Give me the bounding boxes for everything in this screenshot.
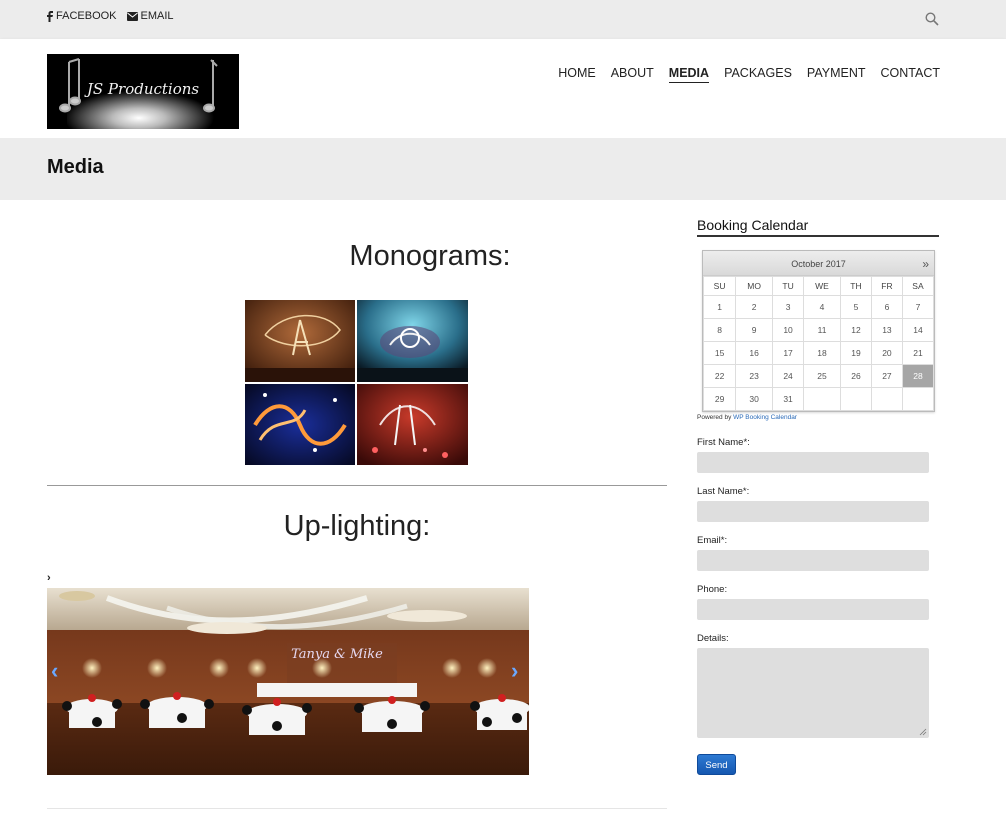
calendar-empty-cell [839,387,872,411]
last-name-field[interactable] [697,501,929,522]
page-title-bar: Media [0,138,1006,200]
calendar-day[interactable]: 6 [870,295,903,319]
calendar-empty-cell [870,387,903,411]
details-label: Details: [697,633,729,644]
powered-link[interactable]: WP Booking Calendar [733,414,797,421]
resize-handle-icon[interactable] [919,728,927,736]
calendar-header: October 2017 » [703,251,934,276]
nav-payment[interactable]: PAYMENT [807,66,866,83]
slider-monogram-text: Tanya & Mike [291,647,383,662]
calendar-day[interactable]: 12 [839,318,872,342]
logo-graphic: JS Productions [47,54,239,129]
calendar-day[interactable]: 20 [870,341,903,365]
calendar-day[interactable]: 3 [772,295,805,319]
calendar-empty-cell [803,387,841,411]
section-divider [47,485,667,486]
phone-field[interactable] [697,599,929,620]
details-textarea[interactable] [697,648,929,738]
calendar-day[interactable]: 26 [839,364,872,388]
nav-contact[interactable]: CONTACT [881,66,941,83]
social-links: FACEBOOK EMAIL [47,10,174,22]
chevron-right-icon[interactable]: › [47,572,51,584]
calendar-day[interactable]: 7 [901,295,935,319]
powered-prefix: Powered by [697,414,732,421]
calendar-day[interactable]: 9 [735,318,774,342]
calendar-day[interactable]: 23 [735,364,774,388]
calendar-day[interactable]: 5 [839,295,872,319]
calendar-day[interactable]: 19 [839,341,872,365]
nav-packages[interactable]: PACKAGES [724,66,792,83]
calendar-day[interactable]: 17 [772,341,805,365]
calendar-day[interactable]: 27 [870,364,903,388]
weekday-th: TH [839,276,872,296]
uplighting-slider[interactable]: Tanya & Mike ‹ › [47,588,529,775]
calendar-day[interactable]: 30 [735,387,774,411]
calendar-day[interactable]: 2 [735,295,774,319]
first-name-field[interactable] [697,452,929,473]
calendar-day[interactable]: 21 [901,341,935,365]
nav-media[interactable]: MEDIA [668,66,710,83]
calendar-day[interactable]: 8 [702,318,737,342]
weekday-sa: SA [901,276,935,296]
calendar-day[interactable]: 4 [803,295,841,319]
booking-calendar: October 2017 » SU MO TU WE TH FR SA 1 2 [702,250,935,412]
email-label: EMAIL [140,10,174,22]
main-nav: HOME ABOUT MEDIA PACKAGES PAYMENT CONTAC… [558,66,940,83]
page-title: Media [47,156,104,178]
phone-label: Phone: [697,584,728,595]
email-link[interactable]: EMAIL [126,10,174,22]
facebook-link[interactable]: FACEBOOK [47,10,117,22]
facebook-label: FACEBOOK [56,10,117,22]
calendar-month: October 2017 [791,259,846,269]
search-icon[interactable] [925,12,939,26]
calendar-day[interactable]: 22 [702,364,737,388]
send-button[interactable]: Send [697,754,736,775]
calendar-day[interactable]: 11 [803,318,841,342]
calendar-day[interactable]: 24 [772,364,805,388]
calendar-day-selected[interactable]: 28 [901,364,935,388]
monograms-heading: Monograms: [349,240,511,272]
weekday-we: WE [803,276,841,296]
calendar-day[interactable]: 29 [702,387,737,411]
calendar-day[interactable]: 31 [772,387,805,411]
uplighting-photo: Tanya & Mike [47,588,529,775]
content-bottom-divider [47,808,667,809]
calendar-day[interactable]: 13 [870,318,903,342]
calendar-day[interactable]: 25 [803,364,841,388]
booking-calendar-title: Booking Calendar [697,217,939,237]
calendar-day[interactable]: 1 [702,295,737,319]
weekday-mo: MO [735,276,774,296]
calendar-empty-cell [901,387,935,411]
email-field[interactable] [697,550,929,571]
site-logo[interactable]: JS Productions [47,54,239,129]
nav-about[interactable]: ABOUT [611,66,654,83]
powered-by: Powered by WP Booking Calendar [697,414,797,421]
calendar-next-icon[interactable]: » [922,251,929,277]
nav-home[interactable]: HOME [558,66,596,83]
slider-next-button[interactable]: › [511,658,518,684]
calendar-day[interactable]: 18 [803,341,841,365]
first-name-label: First Name*: [697,437,750,448]
monograms-image[interactable] [245,300,468,465]
facebook-icon [47,10,53,22]
calendar-day[interactable]: 16 [735,341,774,365]
top-bar: FACEBOOK EMAIL [0,0,1006,39]
calendar-day[interactable]: 15 [702,341,737,365]
calendar-grid: SU MO TU WE TH FR SA 1 2 3 4 5 6 7 8 9 1… [702,276,935,411]
weekday-tu: TU [772,276,805,296]
calendar-day[interactable]: 14 [901,318,935,342]
envelope-icon [126,11,138,21]
slider-prev-button[interactable]: ‹ [51,658,58,684]
email-field-label: Email*: [697,535,728,546]
logo-text: JS Productions [84,80,200,98]
calendar-day[interactable]: 10 [772,318,805,342]
site-header: JS Productions HOME ABOUT MEDIA PACKAGES… [0,39,1006,138]
weekday-su: SU [702,276,737,296]
last-name-label: Last Name*: [697,486,750,497]
weekday-fr: FR [870,276,903,296]
uplighting-heading: Up-lighting: [283,510,431,542]
